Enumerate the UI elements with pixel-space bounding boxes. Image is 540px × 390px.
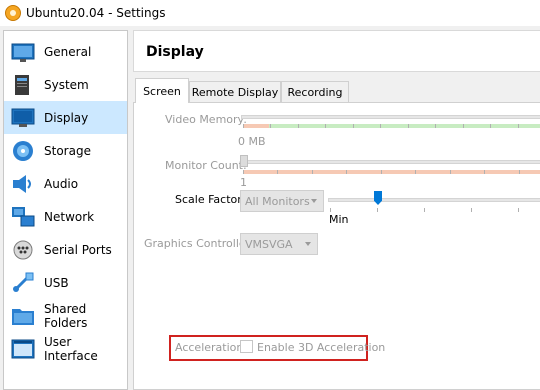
sidebar-item-audio[interactable]: Audio — [4, 167, 127, 200]
sidebar-item-label: System — [44, 77, 89, 92]
page-header: Display — [133, 30, 540, 72]
scale-factor-monitor-value: All Monitors — [245, 194, 310, 208]
video-memory-min-label: 0 MB — [238, 135, 266, 148]
sidebar-item-label: Storage — [44, 143, 91, 158]
sidebar-item-user-interface[interactable]: User Interface — [4, 332, 127, 365]
monitor-count-ticks — [243, 170, 540, 174]
page-title: Display — [146, 44, 204, 60]
display-icon — [11, 108, 35, 127]
sidebar-item-serial-ports[interactable]: Serial Ports — [4, 233, 127, 266]
scale-factor-slider[interactable] — [328, 198, 540, 202]
enable-3d-acceleration-checkbox[interactable] — [240, 340, 253, 353]
scale-factor-min-label: Min — [329, 213, 349, 226]
chevron-down-icon — [305, 242, 311, 246]
audio-icon — [13, 174, 31, 193]
chevron-down-icon — [311, 199, 317, 203]
sidebar-item-label: Serial Ports — [44, 242, 112, 257]
tab-screen[interactable]: Screen — [135, 78, 189, 103]
scale-factor-label: Scale Factor: — [175, 193, 246, 206]
sidebar-item-display[interactable]: Display — [4, 101, 127, 134]
sidebar-item-label: Shared Folders — [44, 301, 88, 330]
user-interface-icon — [11, 339, 35, 358]
tab-remote-display[interactable]: Remote Display — [189, 81, 281, 102]
serial-ports-icon — [13, 240, 33, 259]
monitor-count-slider-handle[interactable] — [240, 155, 248, 167]
graphics-controller-value: VMSVGA — [245, 237, 293, 251]
system-icon — [15, 74, 29, 95]
enable-3d-acceleration-label[interactable]: Enable 3D Acceleration — [257, 341, 385, 354]
acceleration-label: Acceleration: — [175, 341, 248, 354]
network-icon — [12, 206, 35, 226]
monitor-count-slider[interactable] — [241, 160, 540, 164]
sidebar-item-usb[interactable]: USB — [4, 266, 127, 299]
video-memory-label: Video Memory: — [165, 113, 247, 126]
graphics-controller-select[interactable]: VMSVGA — [240, 233, 318, 255]
sidebar-item-label: Display — [44, 110, 89, 125]
settings-content: Display Screen Remote Display Recording … — [133, 30, 540, 390]
virtualbox-app-icon — [5, 5, 21, 21]
sidebar-item-storage[interactable]: Storage — [4, 134, 127, 167]
screen-tab-panel: Video Memory: 0 MB Monitor Count: 1 Scal… — [133, 102, 540, 390]
general-icon — [11, 43, 35, 62]
tab-recording[interactable]: Recording — [281, 81, 349, 102]
sidebar-item-system[interactable]: System — [4, 68, 127, 101]
video-memory-ticks — [243, 124, 540, 128]
tab-bar: Screen Remote Display Recording — [133, 78, 540, 103]
window-title: Ubuntu20.04 - Settings — [26, 6, 166, 20]
sidebar-item-shared-folders[interactable]: Shared Folders — [4, 299, 127, 332]
settings-sidebar: General System Display Storage Audio Net… — [3, 30, 128, 390]
monitor-count-min-label: 1 — [240, 176, 247, 189]
sidebar-item-label: Audio — [44, 176, 79, 191]
graphics-controller-label: Graphics Controller: — [144, 237, 254, 250]
title-bar: Ubuntu20.04 - Settings — [0, 0, 540, 26]
video-memory-slider[interactable] — [241, 115, 540, 119]
sidebar-item-label: Network — [44, 209, 95, 224]
monitor-count-label: Monitor Count: — [165, 159, 247, 172]
storage-icon — [13, 140, 33, 161]
sidebar-item-network[interactable]: Network — [4, 200, 127, 233]
scale-factor-slider-handle[interactable] — [374, 191, 382, 205]
sidebar-item-general[interactable]: General — [4, 35, 127, 68]
sidebar-item-label: General — [44, 44, 92, 59]
scale-factor-monitor-select[interactable]: All Monitors — [240, 190, 324, 212]
shared-folders-icon — [12, 308, 34, 325]
scale-factor-ticks — [330, 208, 540, 212]
sidebar-item-label: USB — [44, 275, 69, 290]
sidebar-item-label: User Interface — [44, 334, 98, 363]
usb-icon — [13, 272, 34, 292]
